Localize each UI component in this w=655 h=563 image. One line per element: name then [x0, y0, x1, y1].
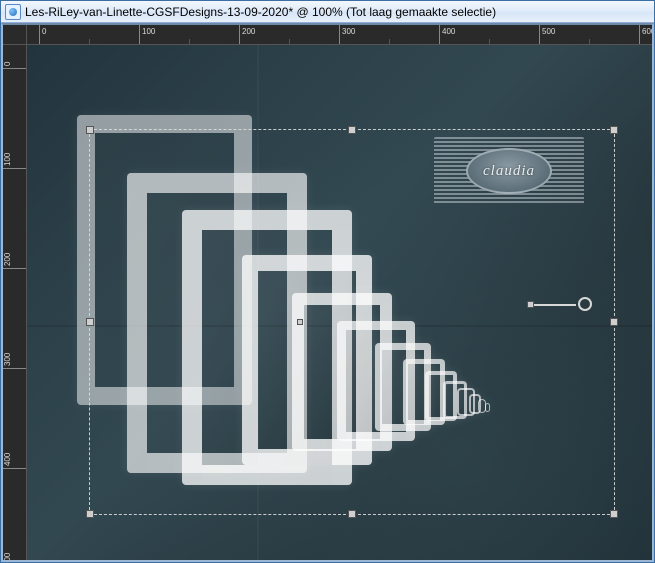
ruler-h-tick: 500: [539, 25, 555, 45]
app-icon: [5, 4, 21, 20]
titlebar[interactable]: Les-RiLey-van-Linette-CGSFDesigns-13-09-…: [1, 1, 654, 23]
watermark-badge: claudia: [466, 148, 552, 194]
canvas[interactable]: claudia: [27, 45, 652, 560]
ruler-vertical[interactable]: 0 100 200 300 400 500: [3, 45, 27, 560]
window-title: Les-RiLey-van-Linette-CGSFDesigns-13-09-…: [25, 5, 496, 19]
ruler-origin[interactable]: [3, 25, 27, 45]
ruler-h-tick: 100: [139, 25, 155, 45]
ruler-v-tick: 200: [3, 253, 27, 269]
ruler-horizontal[interactable]: 0 100 200 300 400 500 600: [27, 25, 652, 45]
ruler-v-tick: 500: [3, 553, 27, 560]
workspace: 0 100 200 300 400 500 600 0 100 200 300 …: [1, 23, 654, 562]
ruler-h-tick: 300: [339, 25, 355, 45]
rotation-pivot-end[interactable]: [527, 301, 534, 308]
ruler-v-tick: 300: [3, 353, 27, 369]
selection-handle-mr[interactable]: [610, 318, 618, 326]
ruler-v-tick: 0: [3, 62, 27, 69]
ruler-h-tick: 400: [439, 25, 455, 45]
frame-rect: [485, 403, 490, 412]
ruler-v-tick: 400: [3, 453, 27, 469]
ruler-h-tick: 200: [239, 25, 255, 45]
watermark: claudia: [434, 137, 584, 205]
selection-handle-tr[interactable]: [610, 126, 618, 134]
ruler-h-tick: 600: [639, 25, 652, 45]
ruler-v-tick: 100: [3, 153, 27, 169]
document-window: Les-RiLey-van-Linette-CGSFDesigns-13-09-…: [0, 0, 655, 563]
ruler-h-tick: 0: [39, 25, 46, 45]
selection-handle-br[interactable]: [610, 510, 618, 518]
watermark-text: claudia: [483, 163, 535, 180]
rotation-pivot-icon[interactable]: [578, 297, 592, 311]
